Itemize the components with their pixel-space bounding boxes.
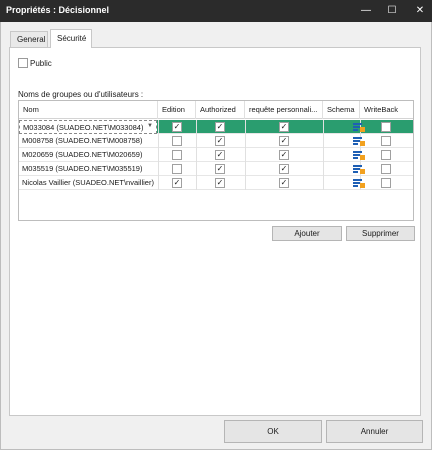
column-divider xyxy=(158,134,159,148)
schema-icon[interactable] xyxy=(353,150,365,160)
column-divider xyxy=(323,176,324,190)
column-header-nom[interactable]: Nom xyxy=(19,101,158,119)
requete-checkbox[interactable]: ✓ xyxy=(279,164,289,174)
edition-checkbox[interactable]: ✓ xyxy=(172,136,182,146)
grid-header: Nom Edition Authorized requête personnal… xyxy=(19,101,413,119)
groups-users-label: Noms de groupes ou d'utilisateurs : xyxy=(18,90,144,99)
title-bar: Propriétés : Décisionnel — ☐ ✕ xyxy=(0,0,432,22)
writeback-checkbox[interactable]: ✓ xyxy=(381,150,391,160)
table-row[interactable]: M020659 (SUADEO.NET\M020659) ✓ ✓ ✓ ✓ xyxy=(19,148,413,162)
schema-icon[interactable] xyxy=(353,164,365,174)
column-header-writeback[interactable]: WriteBack xyxy=(360,101,413,119)
edition-checkbox[interactable]: ✓ xyxy=(172,164,182,174)
column-header-schema[interactable]: Schema xyxy=(323,101,360,119)
close-icon[interactable]: ✕ xyxy=(404,0,432,22)
schema-icon[interactable] xyxy=(353,136,365,146)
column-divider xyxy=(323,148,324,162)
column-divider xyxy=(245,176,246,190)
requete-checkbox[interactable]: ✓ xyxy=(279,136,289,146)
column-divider xyxy=(245,148,246,162)
column-divider xyxy=(196,134,197,148)
writeback-checkbox[interactable]: ✓ xyxy=(381,178,391,188)
column-header-requete[interactable]: requête personnali... xyxy=(245,101,323,119)
authorized-checkbox[interactable]: ✓ xyxy=(215,178,225,188)
permissions-grid: Nom Edition Authorized requête personnal… xyxy=(18,100,414,221)
column-divider xyxy=(323,162,324,176)
schema-icon[interactable] xyxy=(353,122,365,132)
column-divider xyxy=(196,176,197,190)
ok-button[interactable]: OK xyxy=(224,420,322,443)
column-divider xyxy=(323,120,324,134)
user-name-cell[interactable]: M020659 (SUADEO.NET\M020659) xyxy=(19,148,157,162)
edition-checkbox[interactable]: ✓ xyxy=(172,122,182,132)
edition-checkbox[interactable]: ✓ xyxy=(172,150,182,160)
column-divider xyxy=(196,162,197,176)
table-row[interactable]: Nicolas Vaillier (SUADEO.NET\nvaillier) ✓… xyxy=(19,176,413,190)
requete-checkbox[interactable]: ✓ xyxy=(279,150,289,160)
table-row[interactable]: M008758 (SUADEO.NET\M008758) ✓ ✓ ✓ ✓ xyxy=(19,134,413,148)
writeback-checkbox[interactable]: ✓ xyxy=(381,164,391,174)
edition-checkbox[interactable]: ✓ xyxy=(172,178,182,188)
requete-checkbox[interactable]: ✓ xyxy=(279,178,289,188)
authorized-checkbox[interactable]: ✓ xyxy=(215,122,225,132)
annuler-button[interactable]: Annuler xyxy=(326,420,423,443)
user-name-cell[interactable]: M033084 (SUADEO.NET\M033084) xyxy=(19,120,157,134)
column-divider xyxy=(158,162,159,176)
schema-icon[interactable] xyxy=(353,178,365,188)
table-row[interactable]: M033084 (SUADEO.NET\M033084)▼ ✓ ✓ ✓ ✓ xyxy=(19,120,413,134)
column-header-edition[interactable]: Edition xyxy=(158,101,196,119)
public-checkbox[interactable] xyxy=(18,58,28,68)
table-row[interactable]: M035519 (SUADEO.NET\M035519) ✓ ✓ ✓ ✓ xyxy=(19,162,413,176)
column-divider xyxy=(245,134,246,148)
authorized-checkbox[interactable]: ✓ xyxy=(215,136,225,146)
column-divider xyxy=(158,120,159,134)
ajouter-button[interactable]: Ajouter xyxy=(272,226,342,241)
public-label: Public xyxy=(30,59,52,68)
requete-checkbox[interactable]: ✓ xyxy=(279,122,289,132)
tab-securite[interactable]: Sécurité xyxy=(50,29,92,48)
writeback-checkbox[interactable]: ✓ xyxy=(381,136,391,146)
window-title: Propriétés : Décisionnel xyxy=(6,5,110,15)
authorized-checkbox[interactable]: ✓ xyxy=(215,164,225,174)
column-divider xyxy=(245,162,246,176)
column-divider xyxy=(158,176,159,190)
supprimer-button[interactable]: Supprimer xyxy=(346,226,415,241)
tab-general[interactable]: General xyxy=(10,31,48,47)
column-divider xyxy=(323,134,324,148)
column-divider xyxy=(196,120,197,134)
user-name-cell[interactable]: M035519 (SUADEO.NET\M035519) xyxy=(19,162,157,176)
user-name-cell[interactable]: Nicolas Vaillier (SUADEO.NET\nvaillier) xyxy=(19,176,157,190)
authorized-checkbox[interactable]: ✓ xyxy=(215,150,225,160)
column-header-authorized[interactable]: Authorized xyxy=(196,101,245,119)
column-divider xyxy=(196,148,197,162)
writeback-checkbox[interactable]: ✓ xyxy=(381,122,391,132)
column-divider xyxy=(158,148,159,162)
user-name-cell[interactable]: M008758 (SUADEO.NET\M008758) xyxy=(19,134,157,148)
chevron-down-icon[interactable]: ▼ xyxy=(147,120,153,133)
column-divider xyxy=(245,120,246,134)
